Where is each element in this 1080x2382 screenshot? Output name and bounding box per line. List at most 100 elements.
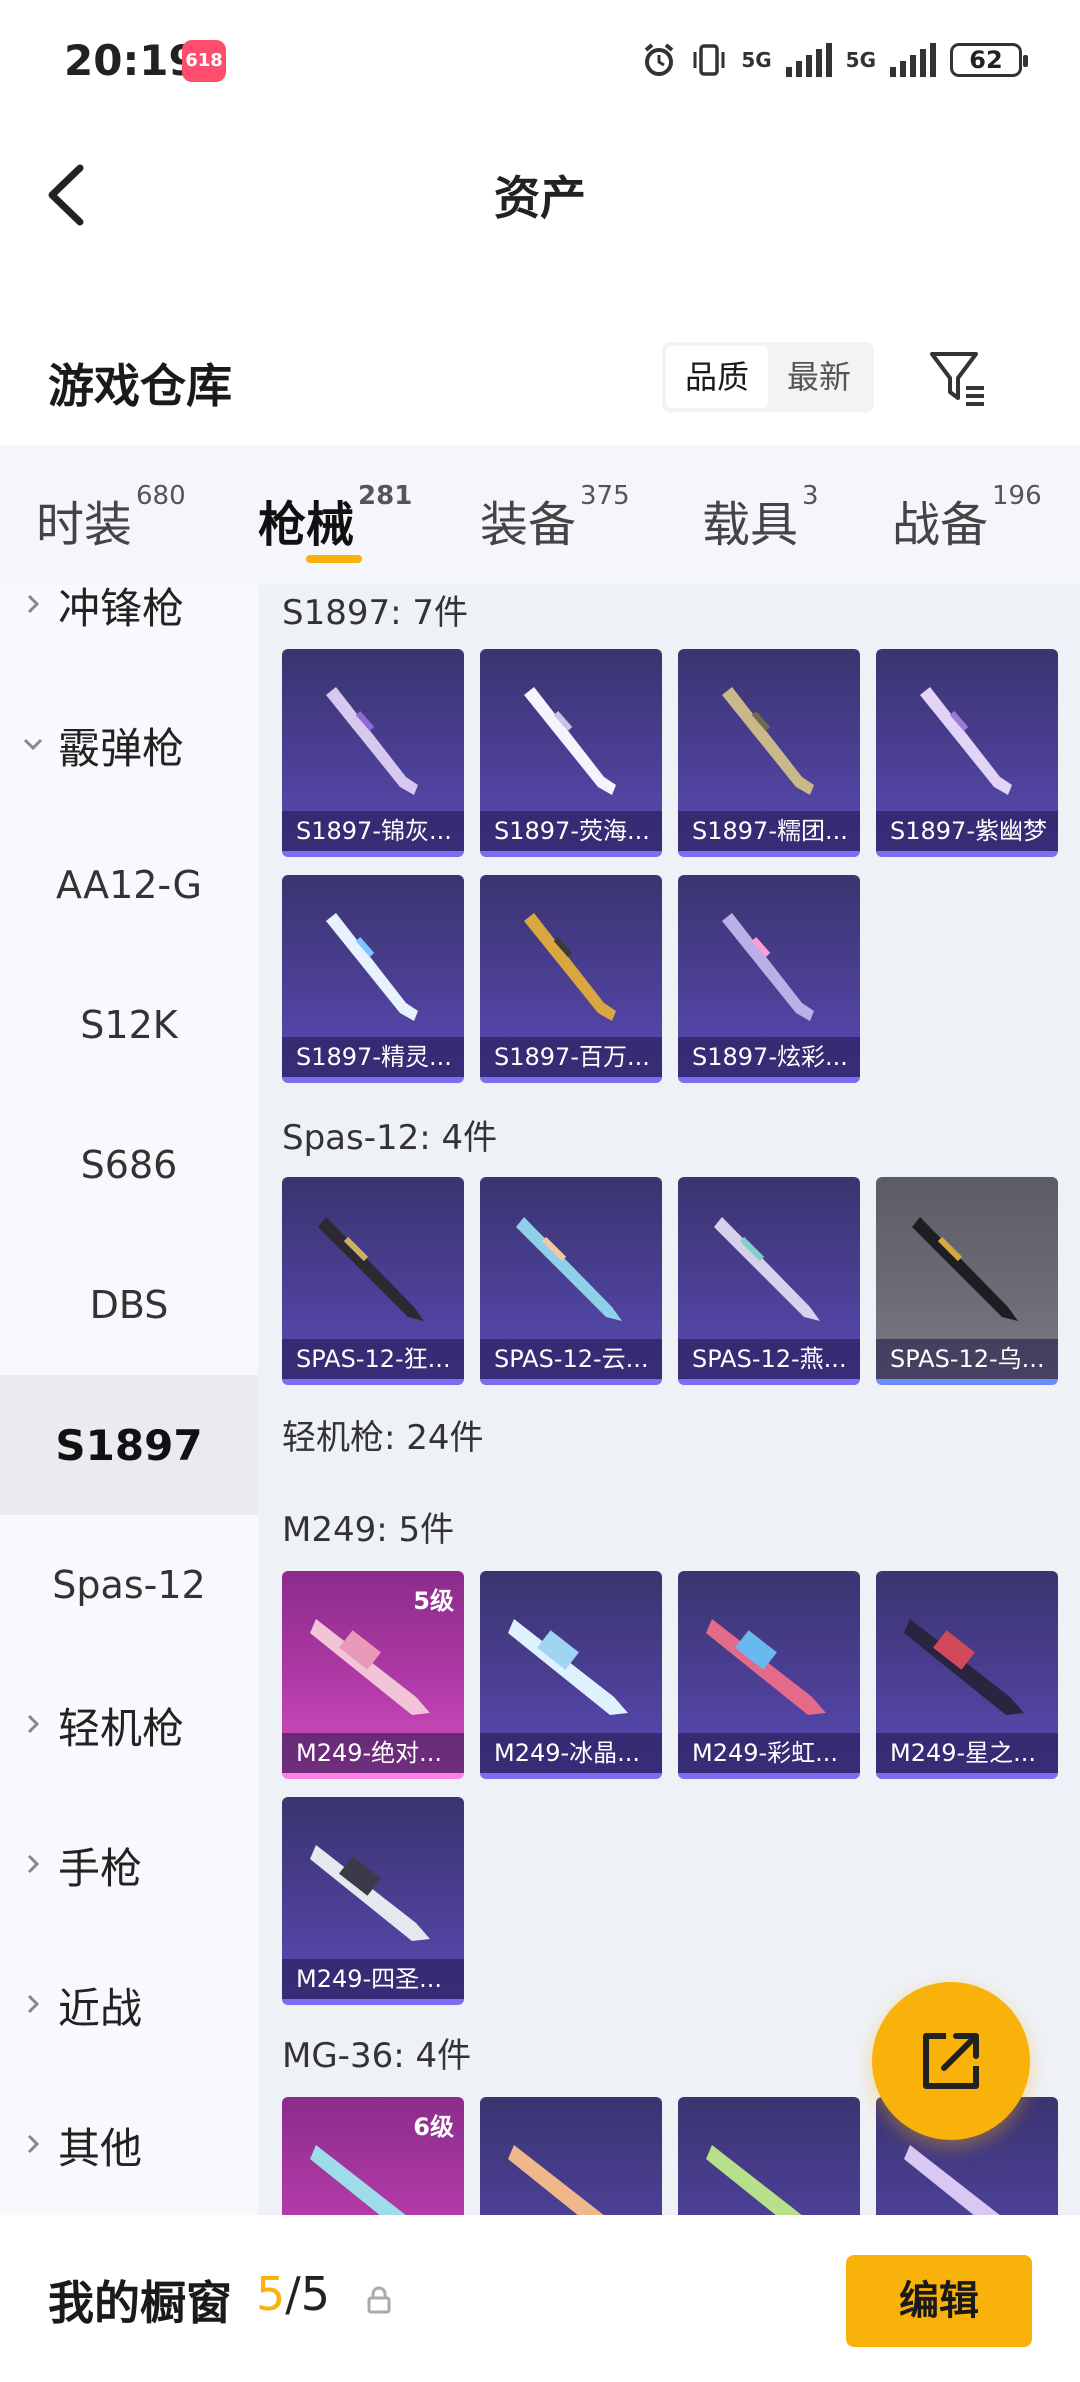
showcase-bar: 我的橱窗 5/5 编辑 bbox=[0, 2215, 1080, 2382]
showcase-total: 5 bbox=[300, 2267, 331, 2321]
sidebar-item-label: 轻机枪 bbox=[58, 1703, 185, 1753]
item-card[interactable] bbox=[678, 2097, 860, 2215]
tab-count: 375 bbox=[580, 481, 630, 511]
item-card[interactable]: SPAS-12-乌... bbox=[876, 1177, 1058, 1385]
item-card[interactable]: S1897-荧海... bbox=[480, 649, 662, 857]
weapon-type-sidebar: 冲锋枪 霰弹枪 AA12-G S12K S686 DBS S1897 Spas-… bbox=[0, 584, 258, 2215]
item-name: SPAS-12-云... bbox=[480, 1339, 662, 1379]
tab-battle-gear[interactable]: 战备196 bbox=[892, 481, 1042, 555]
item-card[interactable]: S1897-锦灰... bbox=[282, 649, 464, 857]
group-label-lmg: 轻机枪: 24件 bbox=[282, 1418, 484, 1458]
machine-gun-skin-icon bbox=[508, 2145, 604, 2215]
battery-icon: 62 bbox=[950, 43, 1028, 77]
item-card[interactable]: M249-冰晶... bbox=[480, 1571, 662, 1779]
group-label-m249: M249: 5件 bbox=[282, 1510, 455, 1550]
tab-vehicles[interactable]: 载具3 bbox=[702, 481, 819, 555]
shotgun-skin-icon bbox=[524, 687, 616, 795]
sort-tab-quality[interactable]: 品质 bbox=[666, 346, 768, 408]
shotgun-skin-icon bbox=[318, 1217, 424, 1321]
tab-count: 196 bbox=[992, 481, 1042, 511]
app-badge-icon: 618 bbox=[182, 40, 226, 82]
item-card[interactable]: S1897-糯团... bbox=[678, 649, 860, 857]
alarm-icon bbox=[645, 43, 674, 76]
item-name: S1897-锦灰... bbox=[282, 811, 464, 851]
sidebar-item-shotgun[interactable]: 霰弹枪 bbox=[0, 675, 258, 815]
signal-5g-label-2: 5G bbox=[845, 48, 876, 72]
system-icons: 5G 5G 62 bbox=[641, 42, 1028, 78]
sidebar-item-label: 冲锋枪 bbox=[58, 583, 185, 633]
sort-switch: 品质 最新 bbox=[662, 342, 874, 412]
item-name: M249-星之... bbox=[876, 1733, 1058, 1773]
sidebar-item-s1897[interactable]: S1897 bbox=[0, 1375, 258, 1515]
item-card[interactable]: S1897-炫彩... bbox=[678, 875, 860, 1083]
showcase-title: 我的橱窗 bbox=[48, 2276, 232, 2330]
item-card[interactable] bbox=[480, 2097, 662, 2215]
item-card[interactable]: S1897-紫幽梦 bbox=[876, 649, 1058, 857]
tab-equipment[interactable]: 装备375 bbox=[480, 481, 630, 555]
tab-label: 战备 bbox=[892, 497, 989, 553]
sidebar-item-other[interactable]: 其他 bbox=[0, 2075, 258, 2215]
share-button[interactable] bbox=[872, 1982, 1030, 2140]
sidebar-item-dbs[interactable]: DBS bbox=[0, 1235, 258, 1375]
tab-count: 281 bbox=[358, 481, 413, 511]
vibrate-icon bbox=[693, 44, 725, 76]
section-title: 游戏仓库 bbox=[48, 359, 232, 413]
group-label-spas12: Spas-12: 4件 bbox=[282, 1118, 498, 1158]
shotgun-skin-icon bbox=[714, 1217, 820, 1321]
machine-gun-skin-icon bbox=[706, 1619, 826, 1715]
tab-firearms[interactable]: 枪械281 bbox=[258, 481, 412, 555]
filter-icon[interactable] bbox=[926, 346, 990, 410]
machine-gun-skin-icon bbox=[706, 2145, 802, 2215]
shotgun-skin-icon bbox=[722, 913, 814, 1021]
item-card[interactable]: 5级 M249-绝对... bbox=[282, 1571, 464, 1779]
item-card[interactable]: SPAS-12-云... bbox=[480, 1177, 662, 1385]
sidebar-item-spas12[interactable]: Spas-12 bbox=[0, 1515, 258, 1655]
lock-icon bbox=[367, 2286, 391, 2314]
tab-count: 3 bbox=[802, 481, 819, 511]
item-name: M249-冰晶... bbox=[480, 1733, 662, 1773]
shotgun-skin-icon bbox=[912, 1217, 1018, 1321]
item-card[interactable]: M249-四圣... bbox=[282, 1797, 464, 2005]
sidebar-item-aa12g[interactable]: AA12-G bbox=[0, 815, 258, 955]
sidebar-item-pistol[interactable]: 手枪 bbox=[0, 1795, 258, 1935]
item-name: SPAS-12-燕... bbox=[678, 1339, 860, 1379]
sidebar-item-s12k[interactable]: S12K bbox=[0, 955, 258, 1095]
chevron-right-icon bbox=[27, 1994, 40, 2014]
shotgun-skin-icon bbox=[326, 913, 418, 1021]
chevron-down-icon bbox=[23, 738, 43, 751]
group-label-mg36: MG-36: 4件 bbox=[282, 2036, 472, 2076]
machine-gun-skin-icon bbox=[310, 2145, 406, 2215]
shotgun-skin-icon bbox=[524, 913, 616, 1021]
tab-count: 680 bbox=[136, 481, 186, 511]
share-icon bbox=[923, 2033, 979, 2089]
machine-gun-skin-icon bbox=[310, 1845, 430, 1941]
item-name: S1897-紫幽梦 bbox=[876, 811, 1058, 851]
item-card[interactable]: 6级 bbox=[282, 2097, 464, 2215]
shotgun-skin-icon bbox=[722, 687, 814, 795]
sidebar-item-lmg[interactable]: 轻机枪 bbox=[0, 1655, 258, 1795]
sidebar-item-label: 手枪 bbox=[58, 1843, 143, 1893]
item-card[interactable]: SPAS-12-燕... bbox=[678, 1177, 860, 1385]
sort-tab-newest[interactable]: 最新 bbox=[768, 346, 870, 408]
sidebar-item-label: 霰弹枪 bbox=[58, 723, 185, 773]
item-name: S1897-精灵... bbox=[282, 1037, 464, 1077]
item-card[interactable]: S1897-精灵... bbox=[282, 875, 464, 1083]
edit-button[interactable]: 编辑 bbox=[846, 2255, 1032, 2347]
sidebar-item-melee[interactable]: 近战 bbox=[0, 1935, 258, 2075]
item-card[interactable]: M249-彩虹... bbox=[678, 1571, 860, 1779]
shotgun-skin-icon bbox=[516, 1217, 622, 1321]
item-card[interactable]: S1897-百万... bbox=[480, 875, 662, 1083]
item-name: SPAS-12-乌... bbox=[876, 1339, 1058, 1379]
sidebar-item-smg[interactable]: 冲锋枪 bbox=[0, 535, 258, 675]
item-name: M249-绝对... bbox=[282, 1733, 464, 1773]
item-grid-panel: S1897: 7件 S1897-锦灰... S1897-荧海... S1897-… bbox=[258, 585, 1080, 2215]
item-card[interactable]: M249-星之... bbox=[876, 1571, 1058, 1779]
item-name: S1897-糯团... bbox=[678, 811, 860, 851]
sidebar-item-s686[interactable]: S686 bbox=[0, 1095, 258, 1235]
shotgun-skin-icon bbox=[920, 687, 1012, 795]
item-name: M249-四圣... bbox=[282, 1959, 464, 1999]
showcase-current: 5 bbox=[256, 2267, 286, 2321]
tab-label: 载具 bbox=[702, 497, 799, 553]
item-card[interactable]: SPAS-12-狂... bbox=[282, 1177, 464, 1385]
sidebar-item-label: 其他 bbox=[58, 2123, 143, 2173]
